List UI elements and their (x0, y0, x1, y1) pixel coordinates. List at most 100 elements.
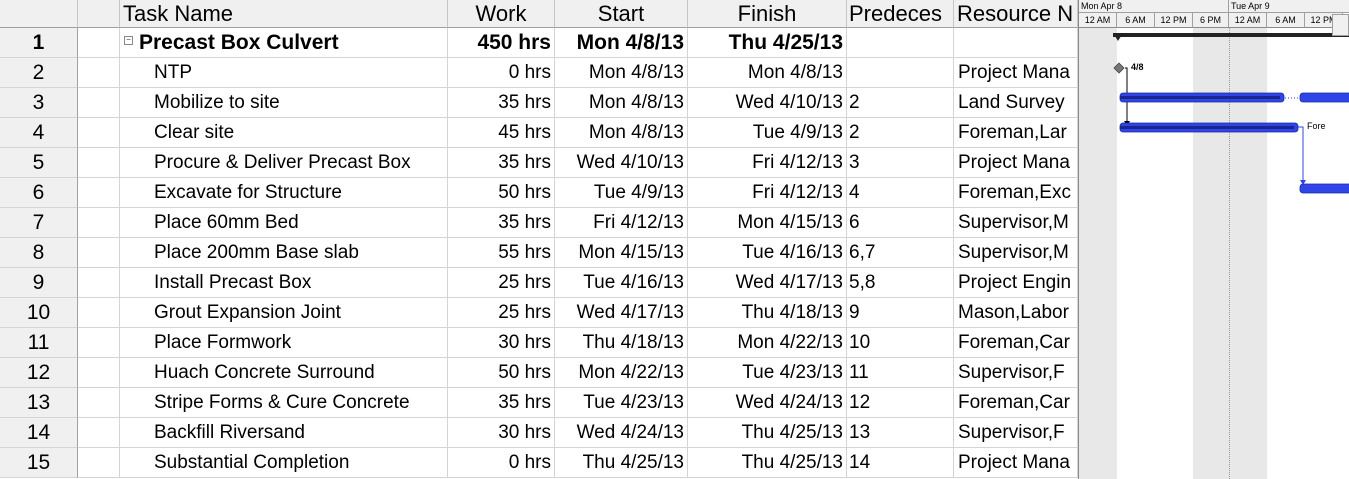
finish-cell[interactable]: Wed 4/17/13 (688, 268, 847, 298)
predecessors-cell[interactable]: 6 (847, 208, 954, 238)
task-name-cell[interactable]: − Precast Box Culvert (120, 28, 448, 58)
work-cell[interactable]: 35 hrs (448, 208, 555, 238)
work-cell[interactable]: 25 hrs (448, 268, 555, 298)
work-cell[interactable]: 450 hrs (448, 28, 555, 58)
resource-cell[interactable]: Supervisor,F (954, 358, 1078, 388)
task-row[interactable]: 8 Place 200mm Base slab 55 hrs Mon 4/15/13 T… (0, 238, 1078, 268)
finish-cell[interactable]: Fri 4/12/13 (688, 178, 847, 208)
task-name-cell[interactable]: Place 200mm Base slab (120, 238, 448, 268)
predecessors-cell[interactable] (847, 58, 954, 88)
task-name-cell[interactable]: Place Formwork (120, 328, 448, 358)
start-cell[interactable]: Mon 4/8/13 (555, 58, 688, 88)
row-number[interactable]: 4 (0, 118, 78, 148)
select-all-corner[interactable] (0, 0, 78, 28)
start-cell[interactable]: Fri 4/12/13 (555, 208, 688, 238)
task-row[interactable]: 6 Excavate for Structure 50 hrs Tue 4/9/13 F… (0, 178, 1078, 208)
start-cell[interactable]: Wed 4/24/13 (555, 418, 688, 448)
indicator-cell[interactable] (78, 88, 120, 118)
finish-cell[interactable]: Tue 4/23/13 (688, 358, 847, 388)
start-cell[interactable]: Mon 4/8/13 (555, 28, 688, 58)
row-number[interactable]: 2 (0, 58, 78, 88)
task-name-cell[interactable]: Backfill Riversand (120, 418, 448, 448)
predecessors-cell[interactable]: 10 (847, 328, 954, 358)
work-cell[interactable]: 50 hrs (448, 178, 555, 208)
resource-cell[interactable]: Land Survey (954, 88, 1078, 118)
task-name-cell[interactable]: Procure & Deliver Precast Box (120, 148, 448, 178)
resource-cell[interactable]: Project Engin (954, 268, 1078, 298)
resource-cell[interactable]: Foreman,Car (954, 328, 1078, 358)
start-cell[interactable]: Tue 4/23/13 (555, 388, 688, 418)
row-number[interactable]: 7 (0, 208, 78, 238)
indicator-cell[interactable] (78, 238, 120, 268)
resource-cell[interactable]: Supervisor,M (954, 208, 1078, 238)
start-cell[interactable]: Tue 4/9/13 (555, 178, 688, 208)
work-cell[interactable]: 30 hrs (448, 418, 555, 448)
indicator-cell[interactable] (78, 328, 120, 358)
row-number[interactable]: 3 (0, 88, 78, 118)
resource-cell[interactable]: Project Mana (954, 58, 1078, 88)
resource-cell[interactable]: Project Mana (954, 148, 1078, 178)
start-cell[interactable]: Thu 4/18/13 (555, 328, 688, 358)
work-cell[interactable]: 0 hrs (448, 58, 555, 88)
work-cell[interactable]: 25 hrs (448, 298, 555, 328)
task-row[interactable]: 7 Place 60mm Bed 35 hrs Fri 4/12/13 Mon 4/15… (0, 208, 1078, 238)
predecessors-cell[interactable]: 2 (847, 118, 954, 148)
gantt-chart[interactable]: Mon Apr 8 Tue Apr 9 12 AM 6 AM 12 PM 6 P… (1078, 0, 1349, 479)
indicator-cell[interactable] (78, 298, 120, 328)
finish-cell[interactable]: Fri 4/12/13 (688, 148, 847, 178)
task-name-cell[interactable]: Clear site (120, 118, 448, 148)
resource-cell[interactable]: Mason,Labor (954, 298, 1078, 328)
row-number[interactable]: 15 (0, 448, 78, 478)
milestone-diamond[interactable] (1113, 62, 1125, 74)
start-cell[interactable]: Wed 4/10/13 (555, 148, 688, 178)
work-cell[interactable]: 45 hrs (448, 118, 555, 148)
start-cell[interactable]: Mon 4/22/13 (555, 358, 688, 388)
resource-cell[interactable]: Supervisor,M (954, 238, 1078, 268)
summary-bar[interactable] (1113, 33, 1349, 41)
predecessors-cell[interactable]: 2 (847, 88, 954, 118)
indicator-cell[interactable] (78, 118, 120, 148)
work-cell[interactable]: 0 hrs (448, 448, 555, 478)
indicator-cell[interactable] (78, 148, 120, 178)
indicator-cell[interactable] (78, 58, 120, 88)
start-cell[interactable]: Mon 4/8/13 (555, 118, 688, 148)
start-cell[interactable]: Wed 4/17/13 (555, 298, 688, 328)
row-number[interactable]: 8 (0, 238, 78, 268)
finish-cell[interactable]: Mon 4/22/13 (688, 328, 847, 358)
column-header-resource-names[interactable]: Resource N (954, 0, 1078, 28)
resource-cell[interactable]: Supervisor,F (954, 418, 1078, 448)
task-name-cell[interactable]: Excavate for Structure (120, 178, 448, 208)
row-number[interactable]: 1 (0, 28, 78, 58)
summary-task-row[interactable]: 1− Precast Box Culvert 450 hrs Mon 4/8/13 Th… (0, 28, 1078, 58)
column-header-indicators[interactable]: i (78, 0, 120, 28)
work-cell[interactable]: 35 hrs (448, 388, 555, 418)
task-bar-mobilize-cont[interactable] (1299, 92, 1349, 103)
predecessors-cell[interactable]: 4 (847, 178, 954, 208)
work-cell[interactable]: 35 hrs (448, 148, 555, 178)
timescale-scroll-button[interactable] (1332, 14, 1349, 36)
row-number[interactable]: 9 (0, 268, 78, 298)
task-row[interactable]: 10 Grout Expansion Joint 25 hrs Wed 4/17/13… (0, 298, 1078, 328)
finish-cell[interactable]: Tue 4/16/13 (688, 238, 847, 268)
predecessors-cell[interactable]: 9 (847, 298, 954, 328)
task-row[interactable]: 2 NTP 0 hrs Mon 4/8/13 Mon 4/8/13 Project Man… (0, 58, 1078, 88)
row-number[interactable]: 13 (0, 388, 78, 418)
indicator-cell[interactable] (78, 358, 120, 388)
row-number[interactable]: 11 (0, 328, 78, 358)
column-header-start[interactable]: Start (555, 0, 688, 28)
task-row[interactable]: 14 Backfill Riversand 30 hrs Wed 4/24/13 Thu… (0, 418, 1078, 448)
task-name-cell[interactable]: Stripe Forms & Cure Concrete (120, 388, 448, 418)
task-row[interactable]: 12 Huach Concrete Surround 50 hrs Mon 4/22/… (0, 358, 1078, 388)
finish-cell[interactable]: Thu 4/25/13 (688, 448, 847, 478)
resource-cell[interactable]: Foreman,Exc (954, 178, 1078, 208)
finish-cell[interactable]: Thu 4/18/13 (688, 298, 847, 328)
work-cell[interactable]: 35 hrs (448, 88, 555, 118)
row-number[interactable]: 6 (0, 178, 78, 208)
start-cell[interactable]: Mon 4/8/13 (555, 88, 688, 118)
predecessors-cell[interactable]: 12 (847, 388, 954, 418)
task-name-cell[interactable]: Place 60mm Bed (120, 208, 448, 238)
row-number[interactable]: 5 (0, 148, 78, 178)
task-row[interactable]: 13 Stripe Forms & Cure Concrete 35 hrs Tue … (0, 388, 1078, 418)
resource-cell[interactable]: Foreman,Car (954, 388, 1078, 418)
predecessors-cell[interactable]: 6,7 (847, 238, 954, 268)
